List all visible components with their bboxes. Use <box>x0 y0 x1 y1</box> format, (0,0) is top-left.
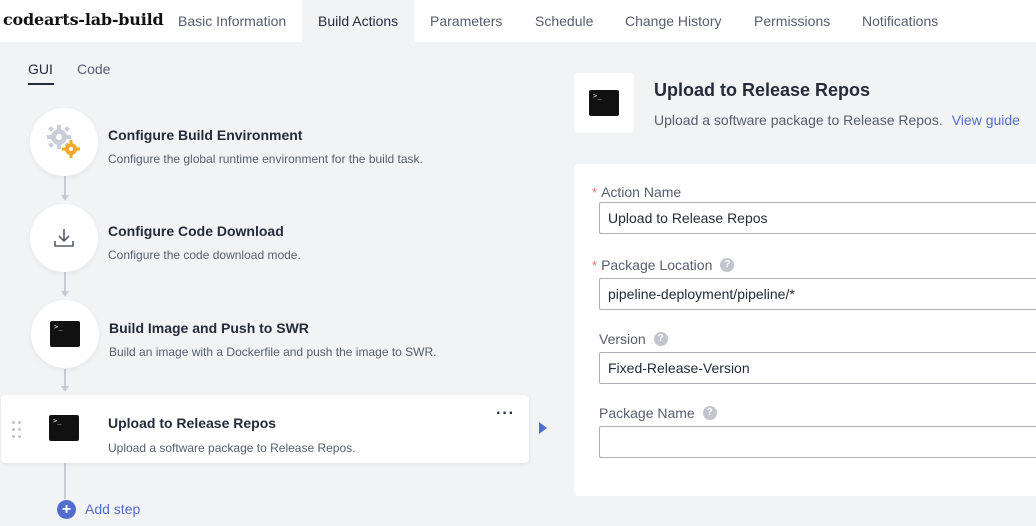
tab-code[interactable]: Code <box>77 61 110 77</box>
step-icon: >_ <box>49 415 79 441</box>
selected-step-indicator-icon <box>539 422 547 434</box>
step-title: Upload to Release Repos <box>108 415 277 431</box>
detail-description: Upload a software package to Release Rep… <box>654 112 1020 128</box>
connector-arrow <box>61 291 69 297</box>
plus-icon: + <box>57 499 76 519</box>
download-icon <box>54 229 74 247</box>
help-icon[interactable]: ? <box>653 332 668 346</box>
project-name: codearts-lab-build <box>3 10 164 29</box>
terminal-icon: >_ <box>50 321 80 347</box>
action-name-label-text: Action Name <box>601 184 682 200</box>
step-icon-circle <box>30 204 98 272</box>
detail-title: Upload to Release Repos <box>654 80 871 100</box>
terminal-icon: >_ <box>589 90 619 116</box>
active-tab-underline <box>28 83 54 85</box>
connector-arrow <box>61 386 69 392</box>
connector-arrow <box>61 195 69 201</box>
step-description: Build an image with a Dockerfile and pus… <box>109 345 437 359</box>
tab-basic-information[interactable]: Basic Information <box>162 0 302 42</box>
package-name-input[interactable] <box>599 426 1036 458</box>
tab-gui[interactable]: GUI <box>28 61 53 77</box>
tab-permissions[interactable]: Permissions <box>738 0 846 42</box>
tab-notifications[interactable]: Notifications <box>846 0 954 42</box>
action-name-input[interactable] <box>599 202 1036 234</box>
tab-parameters[interactable]: Parameters <box>414 0 518 42</box>
step-connector <box>64 176 66 196</box>
step-icon-circle: >_ <box>31 300 99 368</box>
detail-description-text: Upload a software package to Release Rep… <box>654 112 943 128</box>
detail-icon-box: >_ <box>574 73 634 133</box>
required-marker: * <box>592 257 598 273</box>
help-icon[interactable]: ? <box>720 258 735 272</box>
terminal-icon: >_ <box>49 415 79 441</box>
step-title: Build Image and Push to SWR <box>109 320 309 336</box>
step-title: Configure Code Download <box>108 223 284 239</box>
step-description: Configure the global runtime environment… <box>108 152 423 166</box>
view-guide-link[interactable]: View guide <box>952 112 1020 128</box>
top-bar: codearts-lab-build Basic Information Bui… <box>0 0 1036 42</box>
action-form: * Action Name * Package Location ? Versi… <box>574 164 1036 496</box>
tab-schedule[interactable]: Schedule <box>519 0 609 42</box>
gears-icon <box>47 125 80 158</box>
help-icon[interactable]: ? <box>702 406 717 420</box>
action-detail-panel: >_ Upload to Release Repos Upload a soft… <box>553 42 1036 526</box>
required-marker: * <box>592 184 598 200</box>
more-options-icon[interactable]: ··· <box>496 405 515 423</box>
package-name-label-text: Package Name <box>599 405 695 421</box>
version-input[interactable] <box>599 352 1036 384</box>
package-location-input[interactable] <box>599 278 1036 310</box>
tab-build-actions[interactable]: Build Actions <box>302 0 414 42</box>
add-step-button[interactable]: + Add step <box>57 499 140 519</box>
step-list-panel: GUI Code Configure Build Environment Con… <box>0 42 553 526</box>
step-connector <box>64 272 66 292</box>
step-title: Configure Build Environment <box>108 127 303 143</box>
step-connector <box>64 369 66 387</box>
package-location-label-text: Package Location <box>601 257 713 273</box>
drag-handle-icon[interactable] <box>12 421 24 445</box>
package-name-label: Package Name ? <box>599 405 717 421</box>
step-connector <box>64 463 66 499</box>
add-step-label: Add step <box>85 501 141 517</box>
version-label: Version ? <box>599 331 668 347</box>
step-description: Upload a software package to Release Rep… <box>108 441 356 455</box>
step-description: Configure the code download mode. <box>108 248 301 262</box>
tab-change-history[interactable]: Change History <box>609 0 738 42</box>
version-label-text: Version <box>599 331 646 347</box>
step-icon-circle <box>30 108 98 176</box>
action-name-label: * Action Name <box>592 184 681 200</box>
step-upload-to-release-repos[interactable]: >_ Upload to Release Repos Upload a soft… <box>1 395 529 463</box>
package-location-label: * Package Location ? <box>592 257 735 273</box>
